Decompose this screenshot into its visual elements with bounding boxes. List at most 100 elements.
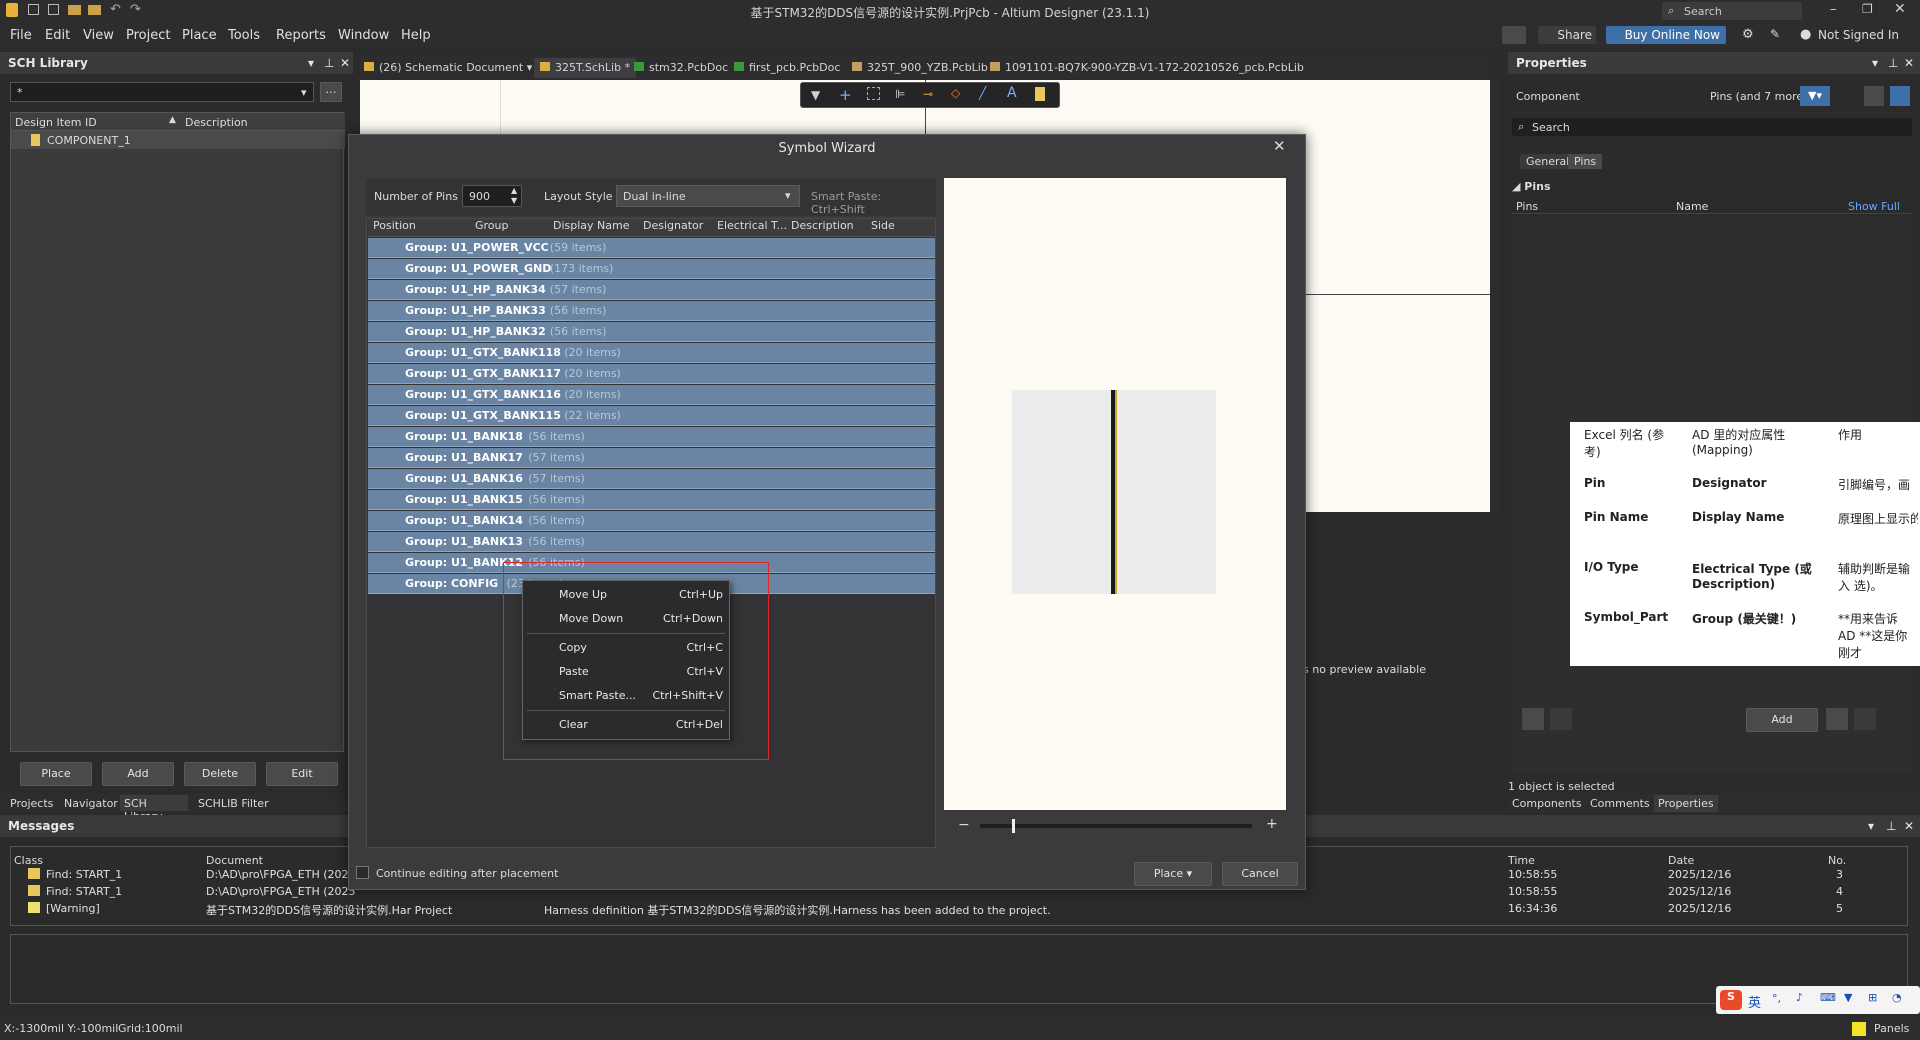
edit-button[interactable]: Edit (266, 762, 338, 786)
place-button[interactable]: Place ▾ (1134, 862, 1212, 886)
open-folder-icon[interactable] (68, 5, 81, 15)
menu-view[interactable]: View (83, 28, 114, 43)
table-row[interactable]: Group: U1_BANK15 (56 items) (368, 490, 935, 510)
sign-in-status[interactable]: Not Signed In (1818, 28, 1899, 42)
tab-325t-pcblib[interactable]: 325T_900_YZB.PcbLib (852, 58, 988, 78)
panel-menu-icon[interactable]: ▾ (1868, 819, 1874, 833)
menu-edit[interactable]: Edit (45, 28, 70, 43)
zoom-in-button[interactable]: + (1266, 816, 1278, 832)
buy-online-button[interactable]: Buy Online Now (1606, 26, 1726, 44)
cancel-button[interactable]: Cancel (1222, 862, 1298, 886)
table-row[interactable]: Group: U1_BANK16 (57 items) (368, 469, 935, 489)
ime-language[interactable]: 英 (1748, 992, 1761, 1011)
skin-icon[interactable]: ▼ (1844, 991, 1852, 1004)
properties-search[interactable]: ⌕ Search (1512, 118, 1912, 136)
search-box[interactable]: ⌕ Search (1662, 2, 1802, 20)
show-full-link[interactable]: Show Full (1848, 200, 1900, 213)
select-icon[interactable] (1890, 86, 1910, 106)
symbol-preview[interactable] (944, 178, 1286, 810)
menu-clear[interactable]: Clear Ctrl+Del (523, 713, 729, 737)
col-display-name[interactable]: Display Name (553, 219, 630, 232)
tab-first-pcb[interactable]: first_pcb.PcbDoc (734, 58, 840, 78)
keyboard-icon[interactable]: ⌨ (1820, 991, 1836, 1004)
tab-navigator[interactable]: Navigator (64, 797, 118, 810)
zoom-out-button[interactable]: − (958, 817, 970, 833)
tab-schlib-filter[interactable]: SCHLIB Filter (198, 797, 269, 810)
maximize-button[interactable]: ❐ (1862, 2, 1873, 16)
panel-close-icon[interactable]: ✕ (1904, 56, 1914, 70)
filter-icon[interactable]: ▼▾ (1800, 86, 1830, 106)
tab-pins[interactable]: Pins (1568, 154, 1603, 169)
continue-editing-checkbox[interactable] (356, 866, 369, 879)
menu-copy[interactable]: Copy Ctrl+C (523, 636, 729, 660)
menu-tools[interactable]: Tools (228, 28, 260, 43)
fill-icon[interactable]: ◇ (951, 86, 960, 100)
tab-projects[interactable]: Projects (10, 797, 53, 810)
redo-icon[interactable]: ↷ (130, 2, 141, 17)
tab-schematic-document[interactable]: (26) Schematic Document ▾ (364, 58, 532, 78)
table-row[interactable]: Group: U1_HP_BANK32 (56 items) (368, 322, 935, 342)
table-row[interactable]: [Warning] 基于STM32的DDS信号源的设计实例.Har Projec… (10, 900, 1900, 917)
save-all-icon[interactable] (48, 4, 59, 15)
save-icon[interactable] (28, 4, 39, 15)
menu-move-up[interactable]: Move Up Ctrl+Up (523, 583, 729, 607)
select-rect-icon[interactable] (867, 87, 880, 100)
table-row[interactable]: Group: U1_GTX_BANK118 (20 items) (368, 343, 935, 363)
add-button[interactable]: Add (102, 762, 174, 786)
tab-components[interactable]: Components (1512, 797, 1582, 810)
table-row[interactable]: Group: U1_BANK18 (56 items) (368, 427, 935, 447)
col-design-item-id[interactable]: Design Item ID (15, 116, 97, 129)
filter-options-button[interactable]: … (320, 82, 342, 102)
pins-section[interactable]: ◢ Pins (1512, 180, 1551, 193)
add-pin-button[interactable]: Add (1746, 708, 1818, 732)
table-row[interactable]: Group: U1_HP_BANK33 (56 items) (368, 301, 935, 321)
align-icon[interactable]: ⊫ (895, 87, 905, 101)
tab-325t-schlib[interactable]: 325T.SchLib * (534, 58, 637, 78)
canvas-scrollbar[interactable] (1490, 80, 1500, 512)
tab-sch-library[interactable]: SCH Library (120, 795, 188, 823)
undo-icon[interactable]: ↶ (110, 2, 121, 17)
chevron-down-icon[interactable]: ▾ (301, 86, 307, 99)
table-row[interactable]: Group: U1_BANK14 (56 items) (368, 511, 935, 531)
text-icon[interactable]: A (1007, 85, 1017, 101)
edit-icon[interactable] (1826, 708, 1848, 730)
col-designator[interactable]: Designator (643, 219, 703, 232)
pin-place-icon[interactable]: ⊸ (923, 87, 933, 101)
panel-close-icon[interactable]: ✕ (340, 56, 350, 70)
menu-move-down[interactable]: Move Down Ctrl+Down (523, 607, 729, 631)
close-button[interactable]: ✕ (1894, 1, 1906, 17)
menu-help[interactable]: Help (401, 28, 431, 43)
tools-icon[interactable]: ✎ (1770, 27, 1780, 41)
tab-1091101-pcblib[interactable]: 1091101-BQ7K-900-YZB-V1-172-20210526_pcb… (990, 58, 1304, 78)
delete-button[interactable]: Delete (184, 762, 256, 786)
dialog-close-icon[interactable]: ✕ (1273, 137, 1286, 155)
ime-toolbar[interactable]: S 英 °, ♪ ⌨ ▼ ⊞ ◔ (1716, 986, 1920, 1014)
crosshair-icon[interactable]: + (839, 86, 852, 104)
menu-smart-paste[interactable]: Smart Paste... Ctrl+Shift+V (523, 684, 729, 708)
lock-icon[interactable] (1522, 708, 1544, 730)
spin-down-icon[interactable]: ▼ (511, 196, 517, 205)
table-row[interactable]: Group: U1_POWER_GND (173 items) (368, 259, 935, 279)
gear-icon[interactable]: ⚙ (1742, 27, 1754, 42)
open-project-icon[interactable] (88, 5, 101, 15)
tab-stm32-pcbdoc[interactable]: stm32.PcbDoc (634, 58, 728, 78)
copy-icon[interactable] (1864, 86, 1884, 106)
user-icon[interactable]: ● (1800, 27, 1811, 42)
list-item[interactable]: COMPONENT_1 (11, 131, 345, 149)
punctuation-icon[interactable]: °, (1772, 992, 1781, 1005)
table-row[interactable]: Group: U1_BANK17 (57 items) (368, 448, 935, 468)
panel-menu-icon[interactable]: ▾ (308, 56, 314, 70)
library-filter-input[interactable]: * ▾ (10, 82, 314, 102)
spin-up-icon[interactable]: ▲ (511, 186, 517, 195)
line-icon[interactable]: ╱ (979, 86, 986, 100)
menu-place[interactable]: Place (182, 28, 217, 43)
table-row[interactable]: Group: U1_POWER_VCC (59 items) (368, 238, 935, 258)
pin-icon[interactable]: ⊥ (1886, 819, 1896, 833)
notifications-icon[interactable] (1502, 26, 1526, 44)
minimize-button[interactable]: – (1830, 2, 1837, 17)
table-row[interactable]: Group: U1_GTX_BANK116 (20 items) (368, 385, 935, 405)
menu-paste[interactable]: Paste Ctrl+V (523, 660, 729, 684)
zoom-slider-handle[interactable] (1012, 819, 1015, 833)
tab-properties[interactable]: Properties (1654, 795, 1718, 812)
table-row[interactable]: Group: U1_GTX_BANK117 (20 items) (368, 364, 935, 384)
